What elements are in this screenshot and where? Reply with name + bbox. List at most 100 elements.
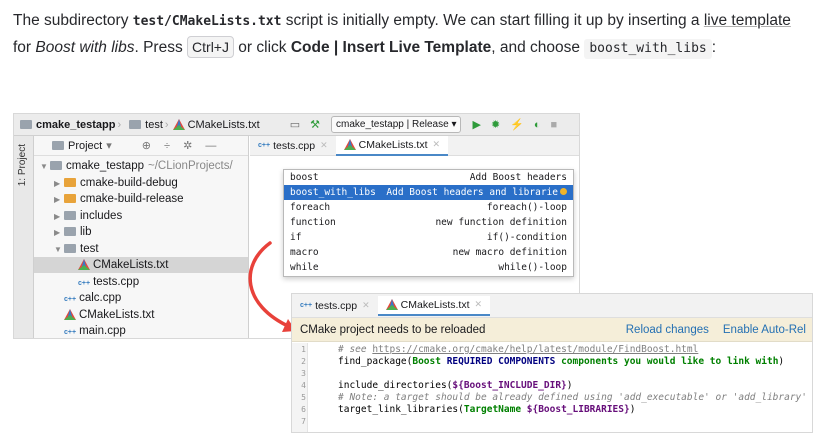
- template-option-boost-with-libs[interactable]: boost_with_libs Add Boost headers and lib…: [284, 185, 573, 200]
- tree-item-label: tests.cpp: [93, 275, 140, 288]
- profile-icon[interactable]: ⚡: [510, 118, 524, 131]
- project-view-dropdown[interactable]: Project: [68, 140, 102, 152]
- chevron-down-icon: ▾: [106, 140, 112, 152]
- template-option-macro[interactable]: macro new macro definition: [284, 245, 573, 260]
- folder-icon: [50, 161, 62, 170]
- coverage-icon[interactable]: ◐: [534, 119, 541, 131]
- target-name: TargetName: [463, 404, 527, 415]
- template-option-name: function: [290, 217, 336, 228]
- live-template-popup: boost Add Boost headers boost_with_libs Add…: [283, 169, 574, 277]
- run-icon[interactable]: ▶: [472, 118, 480, 131]
- tab-label: tests.cpp: [315, 299, 358, 312]
- template-option-name: foreach: [290, 202, 331, 213]
- function-call: target_link_libraries(: [338, 404, 464, 415]
- expanded-arrow-icon[interactable]: ▼: [54, 242, 64, 258]
- variable: ${Boost_LIBRARIES}: [526, 404, 630, 415]
- file-path: test/CMakeLists.txt: [132, 14, 282, 29]
- intro-text: . Press: [134, 39, 188, 56]
- tree-item-label: lib: [80, 226, 92, 238]
- tree-item[interactable]: ▶ includes: [34, 208, 248, 224]
- breadcrumb: cmake_testapp › test › CMakeLists.txt: [14, 119, 260, 131]
- template-option-description: if()-condition: [486, 232, 567, 243]
- tree-item-label: cmake-build-release: [80, 193, 184, 205]
- template-option-boost[interactable]: boost Add Boost headers: [284, 170, 573, 185]
- tab-cmakelists[interactable]: CMakeLists.txt ✕: [335, 135, 449, 156]
- breadcrumb-item[interactable]: CMakeLists.txt: [188, 119, 260, 131]
- tree-item[interactable]: ▶ lib: [34, 224, 248, 240]
- paren: ): [566, 380, 573, 391]
- collapsed-arrow-icon[interactable]: ▶: [54, 225, 64, 241]
- code-editor[interactable]: 1 2 3 4 5 6 7 # see https://cmake.org/cmake/he…: [292, 343, 812, 432]
- breadcrumb-item[interactable]: test: [145, 119, 163, 131]
- code-line: include_directories(${Boost_INCLUDE_DIR}…: [338, 380, 573, 391]
- line-gutter: 1 2 3 4 5 6 7: [292, 343, 308, 432]
- window-icon[interactable]: ▭: [290, 118, 300, 131]
- code-line: find_package(Boost REQUIRED COMPONENTS c…: [338, 356, 784, 367]
- tree-item[interactable]: ▶ cmake-build-release: [34, 191, 248, 207]
- tree-item-label: CMakeLists.txt: [79, 308, 155, 321]
- template-option-description: while()-loop: [498, 262, 567, 273]
- comment: # Note: a target should be already defin…: [338, 392, 807, 403]
- folder-icon: [64, 227, 76, 236]
- template-option-description: Add Boost headers and librarie: [386, 187, 558, 198]
- tree-item[interactable]: CMakeLists.txt: [34, 307, 248, 323]
- code-line: target_link_libraries(TargetName ${Boost…: [338, 404, 635, 415]
- tree-item[interactable]: c++ calc.cpp: [34, 290, 248, 306]
- collapsed-arrow-icon[interactable]: ▶: [54, 192, 64, 208]
- chevron-right-icon: ›: [117, 118, 122, 131]
- editor-tabs: c++ tests.cpp ✕ CMakeLists.txt ✕: [292, 294, 812, 318]
- template-option-description: foreach()-loop: [486, 202, 567, 213]
- project-icon: [52, 141, 64, 150]
- placeholder-text: components you would like to link with: [561, 356, 779, 367]
- lightbulb-icon: [560, 188, 567, 195]
- close-icon[interactable]: ✕: [433, 139, 441, 150]
- line-number: 3: [301, 369, 306, 378]
- tab-cmakelists[interactable]: CMakeLists.txt ✕: [377, 295, 491, 316]
- doc-link[interactable]: https://cmake.org/cmake/help/latest/modu…: [372, 344, 698, 355]
- comment: # see: [338, 344, 373, 355]
- project-panel-header: Project ▾ ⊕ ÷ ✲ —: [34, 136, 248, 156]
- reload-changes-link[interactable]: Reload changes: [626, 324, 709, 336]
- expanded-arrow-icon[interactable]: ▼: [40, 159, 50, 175]
- intro-text: , and choose: [491, 39, 585, 56]
- project-panel: Project ▾ ⊕ ÷ ✲ — ▼ cmake_testapp ~/CLionP…: [34, 136, 249, 338]
- intro-paragraph: The subdirectory test/CMakeLists.txt scr…: [13, 8, 813, 61]
- tree-item[interactable]: CMakeLists.txt: [34, 257, 248, 273]
- collapsed-arrow-icon[interactable]: ▶: [54, 176, 64, 192]
- debug-icon[interactable]: ✹: [491, 118, 500, 131]
- editor-tabs: c++ tests.cpp ✕ CMakeLists.txt ✕: [250, 135, 579, 156]
- line-number: 4: [301, 381, 306, 390]
- collapsed-arrow-icon[interactable]: ▶: [54, 209, 64, 225]
- build-hammer-icon[interactable]: ⚒: [310, 118, 320, 131]
- folder-icon: [64, 194, 76, 203]
- tree-item[interactable]: c++ tests.cpp: [34, 274, 248, 290]
- tab-label: CMakeLists.txt: [400, 298, 470, 311]
- template-option-foreach[interactable]: foreach foreach()-loop: [284, 200, 573, 215]
- panel-tools-icons[interactable]: ⊕ ÷ ✲ —: [142, 139, 222, 152]
- template-option-function[interactable]: function new function definition: [284, 215, 573, 230]
- run-configuration-select[interactable]: cmake_testapp | Release ▾: [331, 116, 462, 133]
- menu-path: Code | Insert Live Template: [290, 39, 492, 56]
- stop-icon[interactable]: ■: [551, 119, 558, 131]
- tab-tests-cpp[interactable]: c++ tests.cpp ✕: [250, 136, 336, 156]
- template-option-while[interactable]: while while()-loop: [284, 260, 573, 275]
- enable-auto-reload-link[interactable]: Enable Auto-Rel: [723, 324, 806, 336]
- live-template-link[interactable]: live template: [704, 12, 791, 29]
- template-option-if[interactable]: if if()-condition: [284, 230, 573, 245]
- close-icon[interactable]: ✕: [320, 140, 328, 151]
- tab-tests-cpp[interactable]: c++ tests.cpp ✕: [292, 296, 378, 316]
- paren: ): [629, 404, 636, 415]
- template-option-description: Add Boost headers: [469, 172, 567, 183]
- package-name: Boost: [412, 356, 447, 367]
- project-tool-tab[interactable]: 1: Project: [17, 144, 28, 186]
- breadcrumb-item[interactable]: cmake_testapp: [36, 119, 116, 131]
- tree-item[interactable]: ▼ test: [34, 241, 248, 257]
- cpp-file-icon: c++: [258, 142, 271, 149]
- code-line: # Note: a target should be already defin…: [338, 392, 807, 403]
- tree-item[interactable]: c++ main.cpp: [34, 323, 248, 338]
- close-icon[interactable]: ✕: [475, 299, 483, 310]
- close-icon[interactable]: ✕: [362, 300, 370, 311]
- tree-item[interactable]: ▶ cmake-build-debug: [34, 175, 248, 191]
- tree-item[interactable]: ▼ cmake_testapp ~/CLionProjects/: [34, 158, 248, 174]
- cpp-file-icon: c++: [300, 302, 313, 309]
